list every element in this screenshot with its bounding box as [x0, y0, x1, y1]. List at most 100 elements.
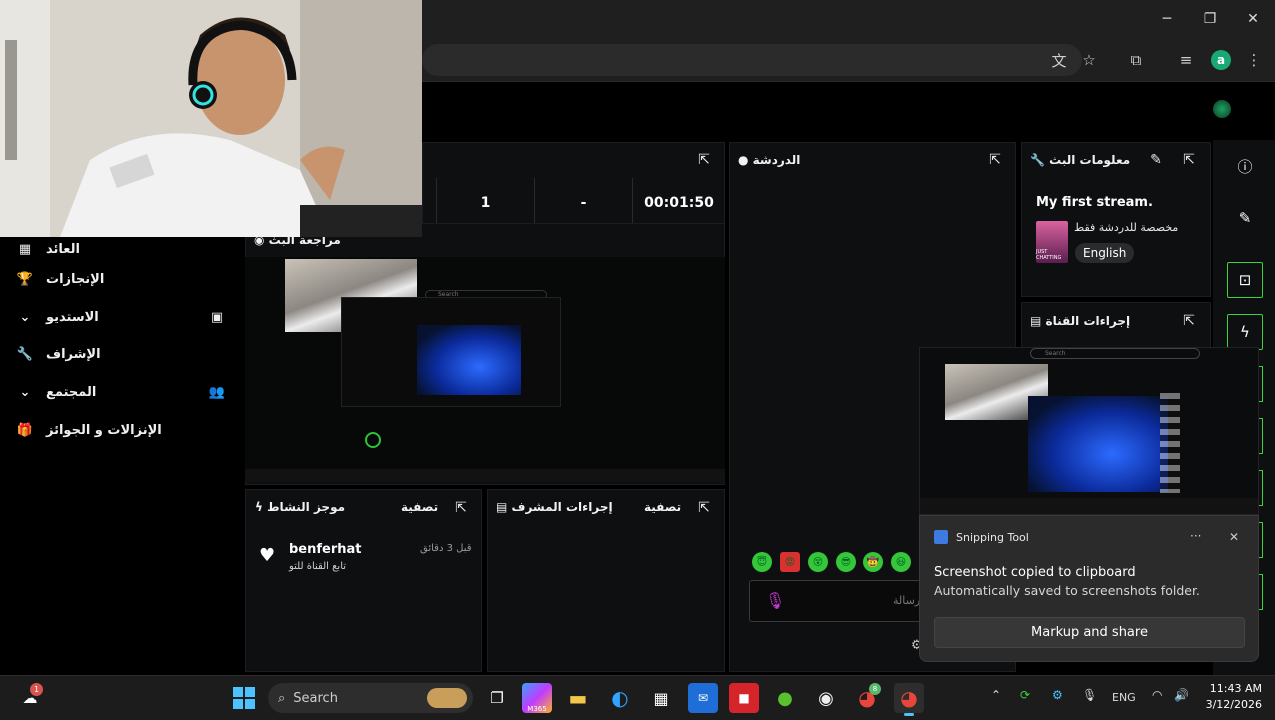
profile-avatar[interactable]: a	[1211, 50, 1231, 70]
emote-5[interactable]: 🤠	[863, 552, 883, 572]
screenshot-button[interactable]: ⊡	[1227, 262, 1263, 298]
heart-icon: ♥	[259, 545, 276, 566]
toast-body: Automatically saved to screenshots folde…	[934, 583, 1200, 598]
edge-icon[interactable]: ◐	[605, 683, 635, 713]
clock-date[interactable]: 3/12/2026	[1200, 698, 1262, 711]
wrench-icon: 🔧	[1030, 153, 1050, 167]
obs-icon[interactable]: ◉	[811, 683, 841, 713]
sidebar-item-drops[interactable]: 🎁 الإنزالات و الجوائز	[16, 418, 226, 442]
snip-taskbar	[920, 498, 1258, 514]
task-view-icon[interactable]: ❐	[482, 683, 512, 713]
sidebar-item-studio[interactable]: ⌄ الاستديو ▣	[16, 305, 226, 329]
popout-icon[interactable]: ⇱	[987, 152, 1003, 168]
markup-and-share-button[interactable]: Markup and share	[934, 617, 1245, 648]
emote-1[interactable]: 😇	[752, 552, 772, 572]
activity-action: تابع القناة للتو	[289, 561, 347, 572]
trophy-icon: 🏆	[16, 271, 34, 287]
quick-action-button[interactable]: ϟ	[1227, 314, 1263, 350]
chevron-down-icon: ⌄	[19, 309, 31, 325]
toast-close-button[interactable]: ✕	[1229, 530, 1239, 544]
sidebar: ▦ العائد 🏆 الإنجازات ⌄ الاستديو ▣ 🔧 الإش…	[0, 237, 243, 675]
popout-icon[interactable]: ⇱	[696, 500, 712, 516]
sidebar-item-label: المجتمع	[46, 384, 97, 400]
lightning-icon: ϟ	[255, 500, 268, 514]
store-icon[interactable]: ▦	[646, 683, 676, 713]
webcam-image	[0, 0, 422, 237]
minimize-button[interactable]: ─	[1145, 0, 1189, 38]
sidebar-item-achievements[interactable]: 🏆 الإنجازات	[16, 267, 226, 291]
edit-pencil-icon[interactable]: ✎	[1227, 200, 1263, 236]
m365-app-icon[interactable]: M365	[522, 683, 552, 713]
utorrent-icon[interactable]: ●	[770, 683, 800, 713]
taskbar-search-placeholder: Search	[293, 690, 338, 706]
activity-time: قبل 3 دقائق	[420, 543, 472, 554]
bookmark-star-icon[interactable]: ☆	[1076, 47, 1102, 73]
translate-icon[interactable]: 文	[1046, 47, 1072, 73]
sidebar-item-label: الإنجازات	[46, 271, 105, 287]
search-icon: ⌕	[278, 690, 286, 706]
popout-icon[interactable]: ⇱	[453, 500, 469, 516]
clock-time[interactable]: 11:43 AM	[1200, 682, 1262, 695]
mod-filter-button[interactable]: تصفية	[644, 500, 681, 514]
volume-icon[interactable]: 🔊	[1174, 688, 1189, 702]
outlook-icon[interactable]: ✉	[688, 683, 718, 713]
stream-preview-video[interactable]: Search	[245, 257, 725, 482]
media-controls-icon[interactable]: ≡	[1173, 47, 1199, 73]
emote-3[interactable]: 😵	[808, 552, 828, 572]
category-thumbnail: JUST CHATTING	[1036, 221, 1068, 263]
drops-icon: 🎁	[16, 422, 34, 438]
sidebar-item-label: الاستديو	[46, 309, 99, 325]
clipboard-icon: ▤	[1030, 314, 1046, 328]
sidebar-item-label: الإنزالات و الجوائز	[46, 422, 162, 438]
close-window-button[interactable]: ✕	[1231, 0, 1275, 38]
input-language[interactable]: ENG	[1112, 691, 1136, 704]
address-bar[interactable]	[422, 44, 1082, 76]
start-button[interactable]	[229, 683, 259, 713]
microphone-icon[interactable]: 🎙	[765, 591, 785, 610]
snip-wallpaper	[1028, 396, 1168, 492]
tray-overflow-icon[interactable]: ⌃	[991, 688, 1001, 702]
dashboard-icon: ▦	[18, 241, 32, 257]
chat-bubble-icon: ●	[738, 153, 753, 167]
snipping-tool-icon	[934, 530, 948, 544]
sidebar-item-label: العائد	[46, 241, 80, 257]
user-avatar[interactable]	[1213, 100, 1231, 118]
emote-2[interactable]: 😡	[780, 552, 800, 572]
emote-6[interactable]: 😃	[891, 552, 911, 572]
maximize-button[interactable]: ❐	[1188, 0, 1232, 38]
snip-search: Search	[1030, 348, 1200, 359]
microphone-tray-icon[interactable]: 🎙	[1082, 688, 1097, 702]
sync-icon[interactable]: ⟳	[1020, 688, 1030, 702]
weather-badge: 1	[30, 683, 43, 696]
activity-filter-button[interactable]: تصفية	[401, 500, 438, 514]
settings-tray-icon[interactable]: ⚙	[1052, 688, 1063, 702]
search-highlight-icon	[427, 688, 467, 708]
info-icon[interactable]: ⓘ	[1227, 148, 1263, 184]
popout-icon[interactable]: ⇱	[1181, 152, 1197, 168]
popout-icon[interactable]: ⇱	[696, 152, 712, 168]
wifi-icon[interactable]: ◠	[1152, 688, 1162, 702]
chrome-active-icon[interactable]: ◕	[894, 683, 924, 713]
red-app-icon[interactable]: ■	[729, 683, 759, 713]
preview-wallpaper	[417, 325, 521, 395]
extensions-icon[interactable]: ⧉	[1123, 47, 1149, 73]
browser-menu-icon[interactable]: ⋮	[1241, 47, 1267, 73]
sidebar-item-dashboard[interactable]: ▦ العائد	[16, 237, 226, 261]
edit-icon[interactable]: ✎	[1148, 152, 1164, 168]
toast-more-button[interactable]: ···	[1190, 529, 1201, 543]
popout-icon[interactable]: ⇱	[1181, 313, 1197, 329]
windows-logo-icon	[233, 687, 255, 709]
taskbar-search[interactable]: ⌕ Search	[268, 683, 473, 713]
activity-user[interactable]: benferhat	[289, 542, 362, 557]
emote-4[interactable]: 😎	[836, 552, 856, 572]
sidebar-item-community[interactable]: ⌄ المجتمع 👥	[16, 380, 226, 404]
toast-title: Screenshot copied to clipboard	[934, 565, 1136, 580]
channel-actions-title: ▤ إجراءات القناة	[1030, 314, 1131, 328]
snip-preview-image[interactable]: Search	[919, 347, 1259, 515]
chat-title: ● الدردشة	[738, 153, 801, 167]
studio-icon: ▣	[210, 309, 224, 325]
file-explorer-icon[interactable]: ▬	[563, 683, 593, 713]
sidebar-item-moderation[interactable]: 🔧 الإشراف	[16, 342, 226, 366]
snip-icons	[1160, 393, 1180, 493]
preview-avatar	[365, 432, 381, 448]
